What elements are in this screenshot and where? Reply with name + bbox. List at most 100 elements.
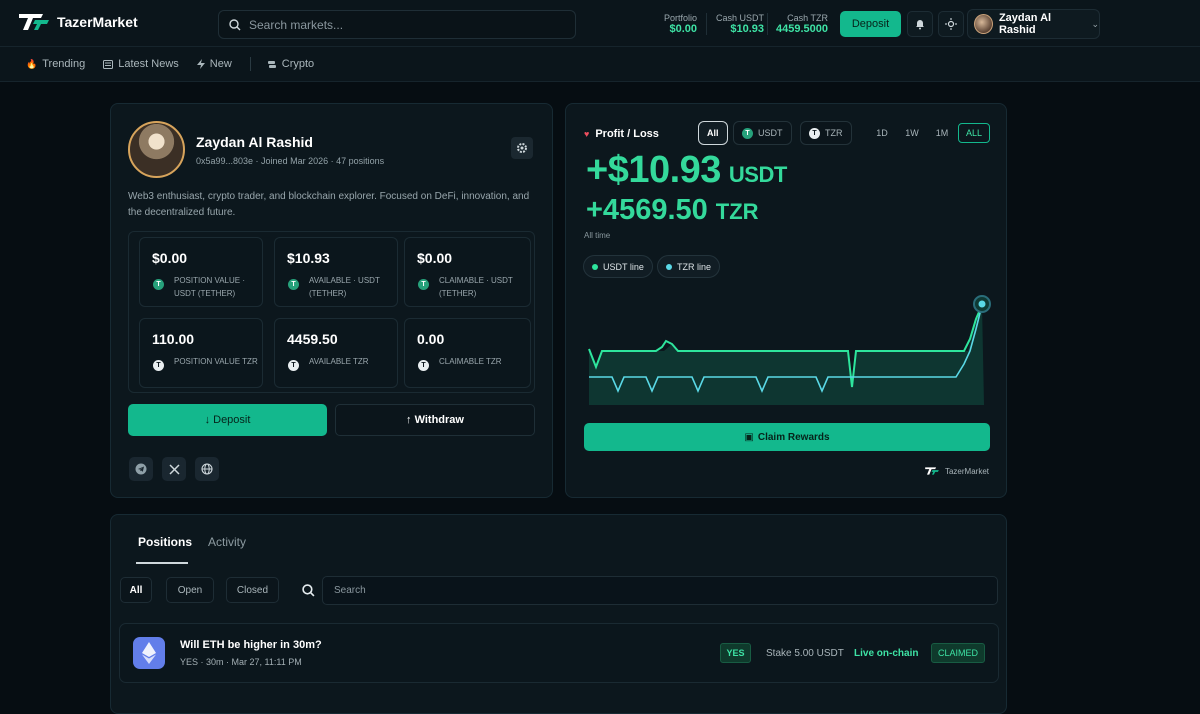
nav-item-latest-news[interactable]: Latest News: [103, 58, 179, 70]
watermark-text: TazerMarket: [944, 466, 989, 476]
pnl-usdt-unit: USDT: [728, 162, 787, 187]
pnl-usdt-value: +$10.93 USDT: [586, 149, 787, 192]
stat-label: AVAILABLE · USDT (TETHER): [309, 276, 380, 298]
tether-icon: T: [742, 127, 753, 139]
active-tab-indicator: [136, 562, 188, 564]
position-stake: Stake 5.00 USDT: [766, 648, 844, 659]
header-deposit-button[interactable]: Deposit: [840, 11, 901, 37]
tab-positions[interactable]: Positions: [138, 535, 192, 549]
profile-name: Zaydan Al Rashid: [196, 134, 313, 150]
website-link[interactable]: [195, 457, 219, 481]
withdraw-button[interactable]: ↑ Withdraw: [335, 404, 535, 436]
market-search-box[interactable]: [218, 10, 576, 39]
stat-label: CLAIMABLE TZR: [439, 357, 502, 366]
tab-label: TZR: [825, 128, 843, 138]
search-icon: [302, 584, 315, 597]
legend-usdt-line[interactable]: USDT line: [583, 255, 653, 278]
nav-item-label: Crypto: [281, 58, 315, 70]
chart-watermark: TazerMarket: [924, 466, 989, 476]
nav-divider: [249, 57, 251, 71]
nav-item-new[interactable]: New: [196, 58, 232, 70]
tzr-token-icon: T: [809, 127, 820, 139]
positions-search-box[interactable]: [322, 576, 998, 605]
telegram-link[interactable]: [129, 457, 153, 481]
legend-tzr-line[interactable]: TZR line: [657, 255, 721, 278]
x-link[interactable]: [162, 457, 186, 481]
stat-value: $0.00: [152, 250, 188, 266]
position-status: Live on-chain: [854, 648, 919, 659]
portfolio-value: $0.00: [669, 23, 698, 35]
portfolio-stat: Portfolio $0.00: [664, 13, 697, 35]
claim-rewards-button[interactable]: ▣ Claim Rewards: [584, 423, 990, 451]
category-navigation: 🔥 Trending Latest News New Crypto: [0, 47, 1200, 82]
cash-tzr-stat: Cash TZR 4459.5000: [776, 13, 828, 35]
currency-tab-usdt[interactable]: T USDT: [733, 121, 792, 145]
tzr-token-icon: T: [153, 360, 164, 371]
search-input[interactable]: [249, 17, 549, 32]
stat-value: 110.00: [152, 331, 195, 347]
cash-usdt-stat: Cash USDT $10.93: [716, 13, 764, 35]
tether-icon: T: [288, 279, 299, 290]
nav-item-trending[interactable]: 🔥 Trending: [26, 58, 85, 70]
profile-avatar: [128, 121, 185, 178]
position-state-badge: CLAIMED: [931, 643, 985, 663]
deposit-button[interactable]: ↓ Deposit: [128, 404, 327, 436]
position-question: Will ETH be higher in 30m?: [180, 639, 322, 651]
cash-tzr-label: Cash TZR: [787, 13, 828, 23]
profile-settings-button[interactable]: [511, 137, 533, 159]
currency-tab-all[interactable]: All: [698, 121, 728, 145]
heart-icon: ♥: [584, 129, 590, 139]
chart-endpoint-dot: [978, 300, 986, 308]
pnl-tzr-value: +4569.50 TZR: [586, 194, 759, 227]
newspaper-icon: [103, 59, 114, 69]
cash-usdt-value: $10.93: [730, 23, 765, 35]
timeframe-1w[interactable]: 1W: [899, 123, 925, 143]
search-icon: [229, 18, 241, 30]
top-navigation-bar: TazerMarket Portfolio $0.00 Cash USDT $1…: [0, 0, 1200, 47]
legend-dot: [666, 263, 672, 270]
timeframe-all[interactable]: ALL: [958, 123, 990, 143]
nav-item-label: New: [209, 58, 232, 70]
timeframe-1d[interactable]: 1D: [869, 123, 895, 143]
filter-open[interactable]: Open: [166, 577, 214, 603]
profit-loss-card: ♥ Profit / Loss All T USDT T TZR 1D 1W 1…: [565, 103, 1007, 498]
stat-value: $0.00: [417, 250, 453, 266]
positions-card: Positions Activity All Open Closed Will …: [110, 514, 1007, 714]
user-name: Zaydan Al Rashid: [998, 12, 1052, 36]
globe-icon: [201, 463, 213, 475]
filter-closed[interactable]: Closed: [226, 577, 279, 603]
positions-search-input[interactable]: [334, 585, 974, 596]
nav-item-crypto[interactable]: Crypto: [267, 58, 314, 70]
cash-tzr-value: 4459.5000: [776, 23, 828, 35]
brand-logo[interactable]: TazerMarket: [19, 11, 138, 33]
currency-tab-tzr[interactable]: T TZR: [800, 121, 852, 145]
bolt-icon: [196, 59, 205, 69]
position-row[interactable]: Will ETH be higher in 30m? YES · 30m · M…: [119, 623, 999, 683]
cash-usdt-label: Cash USDT: [716, 13, 765, 23]
stat-label: POSITION VALUE TZR: [174, 357, 258, 366]
flame-icon: 🔥: [26, 58, 38, 69]
balance-stats-grid: $0.00 T POSITION VALUE · USDT (TETHER) $…: [128, 231, 535, 393]
position-side-badge: YES: [720, 643, 751, 663]
filter-all[interactable]: All: [120, 577, 152, 603]
profile-bio: Web3 enthusiast, crypto trader, and bloc…: [128, 191, 530, 218]
timeframe-1m[interactable]: 1M: [929, 123, 955, 143]
tab-activity[interactable]: Activity: [208, 535, 246, 549]
ethereum-icon: [133, 637, 165, 669]
notifications-button[interactable]: [907, 11, 933, 37]
x-icon: [168, 463, 180, 475]
nav-item-label: Latest News: [118, 58, 179, 70]
pnl-usdt-amount: +$10.93: [586, 149, 721, 191]
stat-value: 4459.50: [287, 331, 338, 347]
tazermarket-logo-icon: [19, 14, 49, 30]
nav-item-label: Trending: [42, 58, 86, 70]
user-menu-button[interactable]: Zaydan Al Rashid ⌄: [967, 9, 1100, 39]
theme-toggle-button[interactable]: [938, 11, 964, 37]
sun-icon: [945, 18, 957, 30]
position-meta: YES · 30m · Mar 27, 11:11 PM: [180, 657, 302, 667]
stat-available-tzr: 4459.50 T AVAILABLE TZR: [274, 318, 398, 388]
tazermarket-logo-icon: [925, 467, 939, 475]
profile-meta: 0x5a99...803e · Joined Mar 2026 · 47 pos…: [196, 156, 385, 166]
stat-label: POSITION VALUE · USDT (TETHER): [174, 276, 245, 298]
pnl-tzr-unit: TZR: [715, 199, 759, 224]
